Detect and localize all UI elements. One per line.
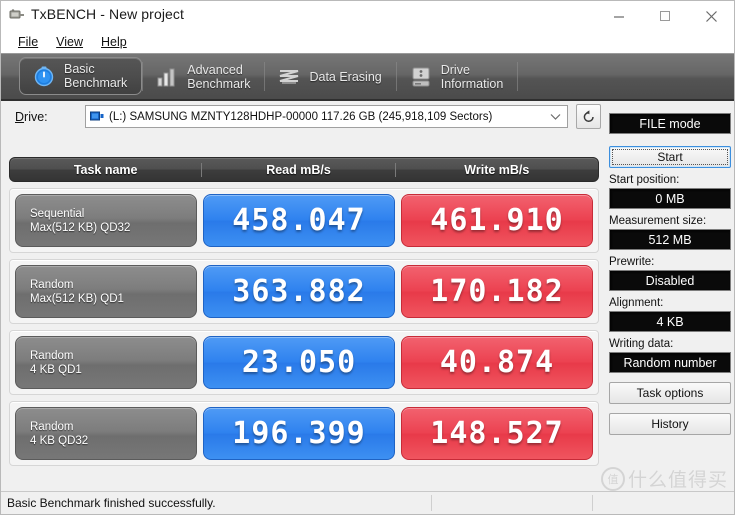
start-position-value[interactable]: 0 MB <box>609 188 731 209</box>
header-write: Write mB/s <box>394 162 598 177</box>
header-read: Read mB/s <box>201 162 394 177</box>
row-write-cell: 461.910 <box>401 194 593 247</box>
table-row: Sequential Max(512 KB) QD32 458.047 461.… <box>9 188 599 253</box>
menu-item-help[interactable]: Help <box>92 33 136 51</box>
prewrite-value[interactable]: Disabled <box>609 270 731 291</box>
row-read-cell: 196.399 <box>203 407 395 460</box>
row-read-value: 363.882 <box>232 274 366 309</box>
tab-advanced-benchmark-label: Advanced Benchmark <box>187 62 251 91</box>
txbench-window: TxBENCH - New project File View Help Bas… <box>0 0 735 515</box>
watermark-logo: 值 <box>600 466 625 491</box>
window-title: TxBENCH - New project <box>31 6 185 22</box>
tab-basic-benchmark-label: Basic Benchmark <box>64 62 128 90</box>
shred-icon <box>280 69 299 84</box>
row-task-label: Random 4 KB QD1 <box>30 349 82 376</box>
measurement-size-value[interactable]: 512 MB <box>609 229 731 250</box>
row-task-cell: Random Max(512 KB) QD1 <box>15 265 197 318</box>
tab-drive-information-label: Drive Information <box>440 62 504 91</box>
drive-label-rest: rive: <box>24 110 48 124</box>
row-write-cell: 148.527 <box>401 407 593 460</box>
row-write-cell: 170.182 <box>401 265 593 318</box>
header-task-name: Task name <box>73 162 138 177</box>
tab-separator <box>517 62 519 91</box>
bar-chart-icon <box>157 68 175 86</box>
row-task-label: Random Max(512 KB) QD1 <box>30 278 124 305</box>
refresh-button[interactable] <box>576 104 601 129</box>
watermark: 值 什么值得买 <box>600 465 728 492</box>
history-label: History <box>651 417 689 431</box>
tab-basic-benchmark[interactable]: Basic Benchmark <box>19 57 143 95</box>
alignment-value[interactable]: 4 KB <box>609 311 731 332</box>
row-write-value: 461.910 <box>430 203 564 238</box>
results-header: Task name Read mB/s Write mB/s <box>9 157 599 182</box>
row-read-cell: 458.047 <box>203 194 395 247</box>
task-options-label: Task options <box>636 386 704 400</box>
close-button[interactable] <box>688 1 734 31</box>
side-panel: FILE mode Start Start position: 0 MB Mea… <box>609 113 731 435</box>
drive-select[interactable]: (L:) SAMSUNG MZNTY128HDHP-00000 117.26 G… <box>85 105 568 128</box>
table-row: Random 4 KB QD32 196.399 148.527 <box>9 401 599 466</box>
row-task-cell: Random 4 KB QD1 <box>15 336 197 389</box>
refresh-icon <box>583 109 594 122</box>
history-button[interactable]: History <box>609 413 731 435</box>
row-task-label: Sequential Max(512 KB) QD32 <box>30 207 131 234</box>
status-segment-message: Basic Benchmark finished successfully. <box>1 496 431 510</box>
measurement-size-label: Measurement size: <box>609 215 707 227</box>
drive-selected-text: (L:) SAMSUNG MZNTY128HDHP-00000 117.26 G… <box>109 110 493 123</box>
results-panel: Task name Read mB/s Write mB/s Sequentia… <box>9 157 599 477</box>
status-divider <box>592 495 593 511</box>
alignment-label: Alignment: <box>609 297 664 309</box>
task-options-button[interactable]: Task options <box>609 382 731 404</box>
menu-item-file[interactable]: File <box>9 33 47 51</box>
status-bar: Basic Benchmark finished successfully. <box>1 491 734 514</box>
mode-display: FILE mode <box>609 113 731 134</box>
tab-advanced-benchmark[interactable]: Advanced Benchmark <box>143 54 264 99</box>
tab-data-erasing-label: Data Erasing <box>309 69 382 84</box>
menu-item-view[interactable]: View <box>47 33 92 51</box>
row-read-value: 458.047 <box>232 203 366 238</box>
table-row: Random 4 KB QD1 23.050 40.874 <box>9 330 599 395</box>
menu-help-label: Help <box>101 35 127 49</box>
focus-outline <box>612 149 728 165</box>
chevron-down-icon[interactable] <box>550 113 561 121</box>
row-read-value: 196.399 <box>232 416 366 451</box>
watermark-text: 什么值得买 <box>627 470 728 491</box>
start-position-label: Start position: <box>609 174 680 186</box>
menu-bar: File View Help <box>1 31 734 53</box>
window-controls <box>596 1 734 31</box>
tab-data-erasing[interactable]: Data Erasing <box>265 54 395 99</box>
drive-icon <box>90 111 104 120</box>
row-write-cell: 40.874 <box>401 336 593 389</box>
status-divider <box>431 495 432 511</box>
tab-drive-information[interactable]: Drive Information <box>397 54 518 99</box>
tab-bar: Basic Benchmark Advanced Benchmark Data … <box>1 53 734 101</box>
hard-drive-icon <box>412 67 430 86</box>
status-message: Basic Benchmark finished successfully. <box>7 496 216 510</box>
minimize-button[interactable] <box>596 1 642 31</box>
stopwatch-icon <box>34 66 54 87</box>
table-row: Random Max(512 KB) QD1 363.882 170.182 <box>9 259 599 324</box>
row-task-cell: Random 4 KB QD32 <box>15 407 197 460</box>
row-read-cell: 363.882 <box>203 265 395 318</box>
menu-file-label: File <box>18 35 39 49</box>
start-button[interactable]: Start <box>609 146 731 168</box>
row-write-value: 148.527 <box>430 416 564 451</box>
drive-label: Drive: <box>15 110 48 124</box>
writing-data-value[interactable]: Random number <box>609 352 731 373</box>
prewrite-label: Prewrite: <box>609 256 655 268</box>
writing-data-label: Writing data: <box>609 338 674 350</box>
maximize-button[interactable] <box>642 1 688 31</box>
menu-view-label: View <box>56 35 84 49</box>
app-icon <box>9 9 24 19</box>
row-write-value: 170.182 <box>430 274 564 309</box>
row-read-value: 23.050 <box>241 345 357 380</box>
title-bar: TxBENCH - New project <box>1 1 734 31</box>
row-write-value: 40.874 <box>439 345 555 380</box>
row-task-cell: Sequential Max(512 KB) QD32 <box>15 194 197 247</box>
row-read-cell: 23.050 <box>203 336 395 389</box>
row-task-label: Random 4 KB QD32 <box>30 420 89 447</box>
